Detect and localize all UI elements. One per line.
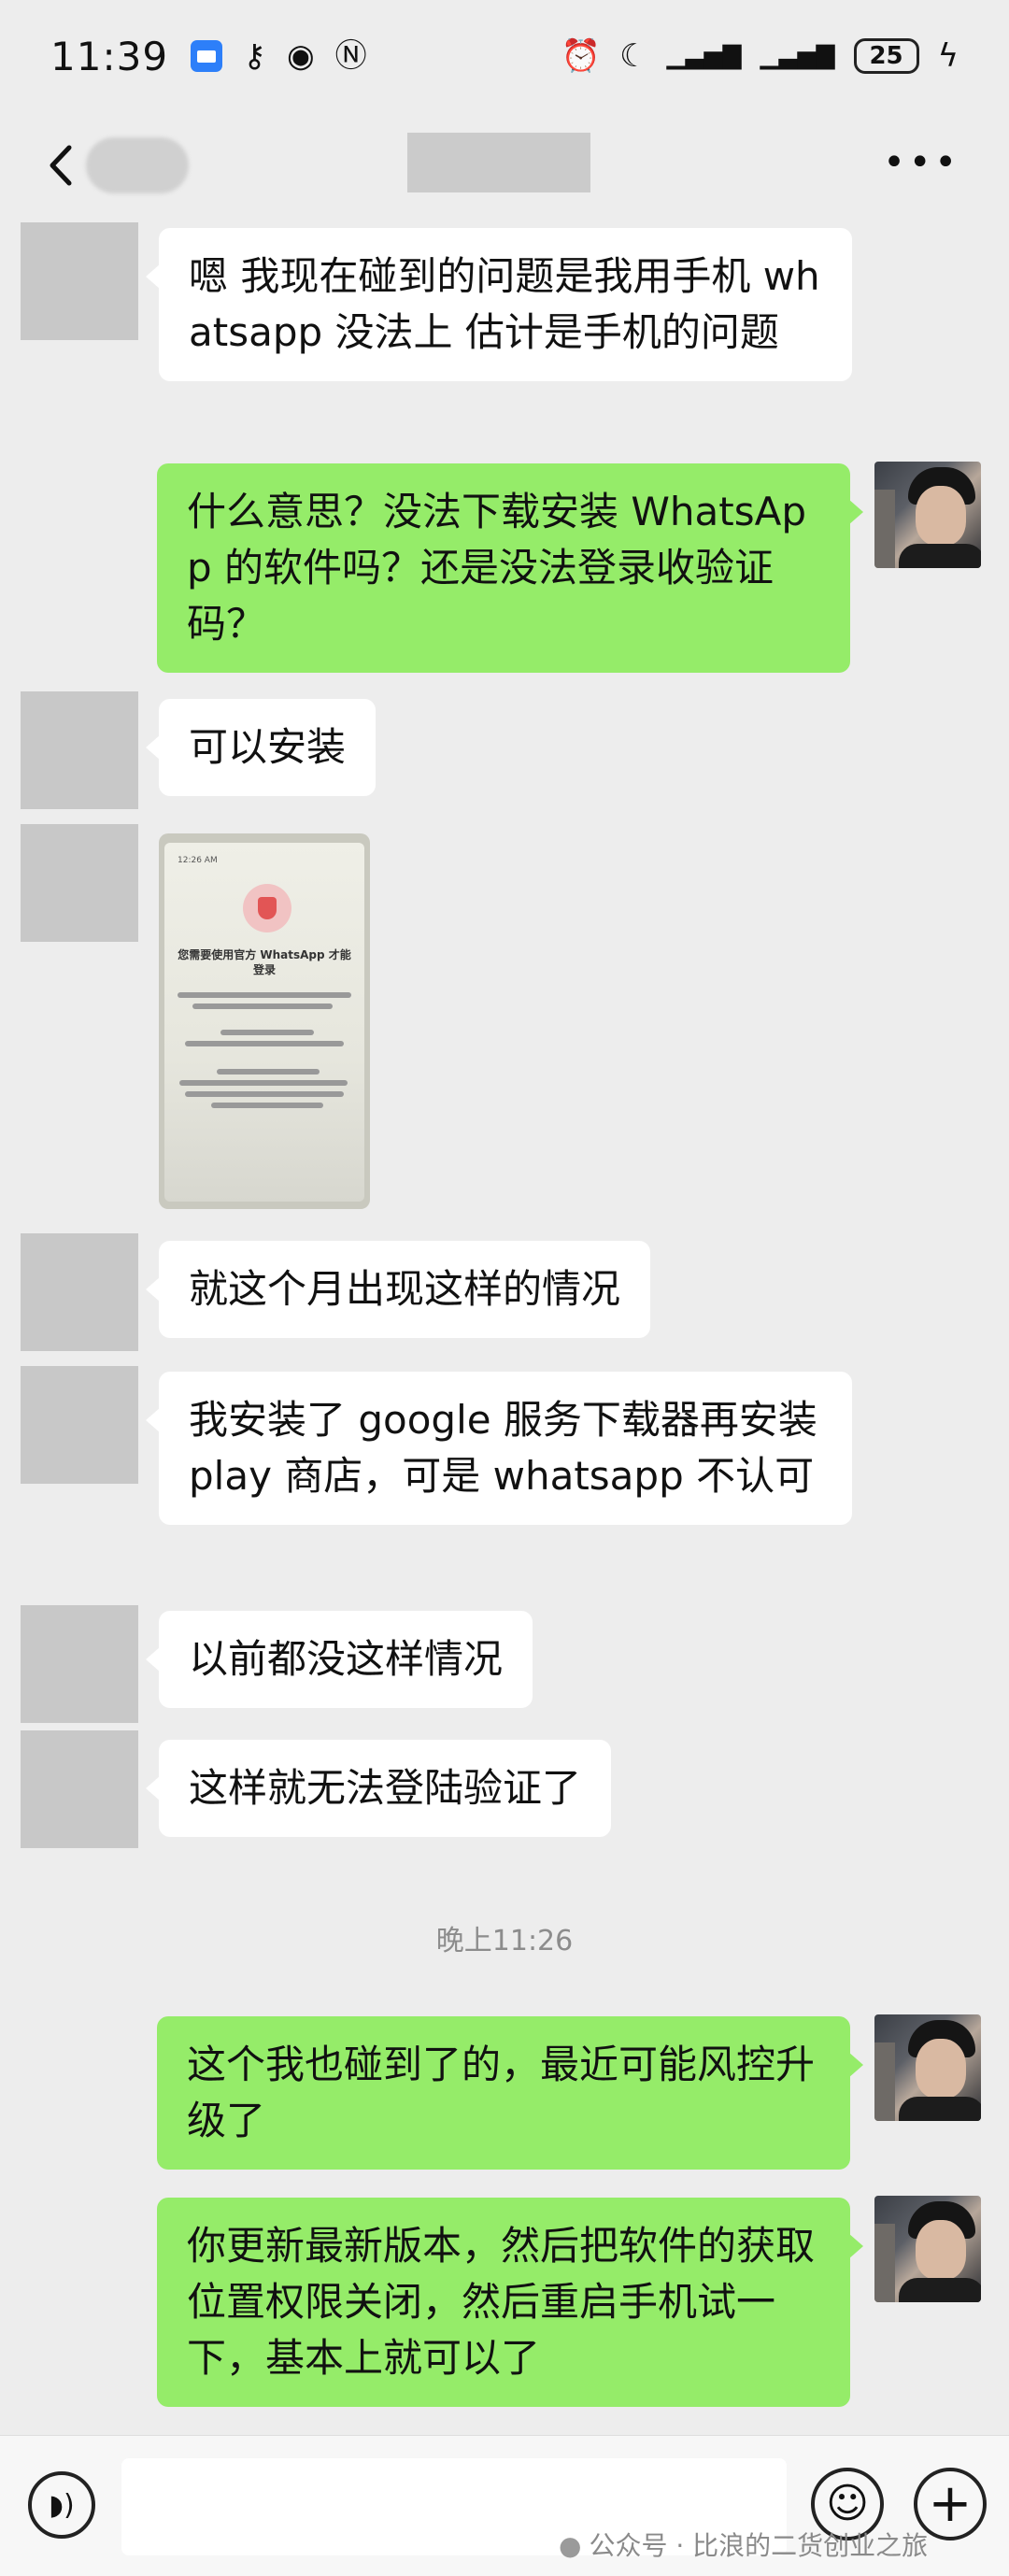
alarm-icon: ⏰ [561, 37, 602, 75]
watermark: ● 公众号 · 比浪的二货创业之旅 [559, 2526, 928, 2563]
battery-level: 25 [869, 42, 903, 70]
contact-avatar[interactable] [21, 1366, 138, 1484]
contact-avatar[interactable] [21, 691, 138, 809]
message-bubble-right[interactable]: 你更新最新版本，然后把软件的获取位置权限关闭，然后重启手机试一下，基本上就可以了 [157, 2198, 863, 2407]
contact-avatar[interactable] [21, 222, 138, 340]
contact-avatar[interactable] [21, 1233, 138, 1351]
message-bubble-left[interactable]: 嗯 我现在碰到的问题是我用手机 whatsapp 没法上 估计是手机的问题 [146, 228, 852, 381]
moon-icon: ☾ [619, 37, 648, 75]
status-time: 11:39 [50, 33, 169, 79]
eye-icon: ◉ [286, 37, 315, 75]
message-bubble-right[interactable]: 这个我也碰到了的，最近可能风控升级了 [157, 2016, 863, 2170]
chat-header: ••• [0, 112, 1009, 221]
message-bubble-left[interactable]: 可以安装 [145, 699, 377, 796]
image-caption: 您需要使用官方 WhatsApp 才能登录 [178, 948, 351, 976]
key-icon: ⚷ [243, 37, 266, 75]
chat-title-blurred [407, 133, 590, 192]
chevron-left-icon[interactable] [39, 142, 86, 189]
battery-icon: 25 [853, 38, 919, 74]
my-avatar[interactable] [874, 2196, 981, 2302]
nfc-icon: Ⓝ [334, 37, 367, 75]
message-bubble-left[interactable]: 这样就无法登陆验证了 [145, 1740, 612, 1837]
signal-icon-2: ▁▃▅▇ [760, 42, 835, 70]
signal-icon: ▁▃▅▇ [666, 42, 742, 70]
message-icon [191, 40, 223, 72]
contact-avatar[interactable] [21, 1605, 138, 1723]
input-bar: ◗) ☺ + ● 公众号 · 比浪的二货创业之旅 [0, 2435, 1009, 2576]
status-icons-left: ⚷ ◉ Ⓝ [191, 40, 367, 72]
image-status-time: 12:26 AM [178, 856, 218, 865]
my-avatar[interactable] [874, 2014, 981, 2121]
image-message[interactable]: 12:26 AM 您需要使用官方 WhatsApp 才能登录 [159, 833, 370, 1209]
message-bubble-left[interactable]: 我安装了 google 服务下载器再安装 play 商店，可是 whatsapp… [146, 1372, 852, 1525]
my-avatar[interactable] [874, 462, 981, 568]
more-dots-icon[interactable]: ••• [883, 144, 960, 181]
voice-icon[interactable]: ◗) [28, 2471, 95, 2539]
message-bubble-right[interactable]: 什么意思？没法下载安装 WhatsApp 的软件吗？还是没法登录收验证码？ [157, 463, 863, 673]
wechat-icon: ● [559, 2530, 582, 2561]
image-screenshot: 12:26 AM 您需要使用官方 WhatsApp 才能登录 [164, 843, 364, 1202]
charging-icon: ϟ [937, 37, 959, 75]
watermark-text: 公众号 · 比浪的二货创业之旅 [589, 2530, 929, 2561]
message-bubble-left[interactable]: 就这个月出现这样的情况 [145, 1241, 651, 1338]
status-icons-right: ⏰ ☾ ▁▃▅▇ ▁▃▅▇ 25 ϟ [561, 38, 959, 74]
unread-count-blurred [86, 137, 189, 193]
status-bar: 11:39 ⚷ ◉ Ⓝ ⏰ ☾ ▁▃▅▇ ▁▃▅▇ 25 ϟ [0, 0, 1009, 112]
message-bubble-left[interactable]: 以前都没这样情况 [145, 1611, 533, 1708]
shield-warning-icon [243, 884, 291, 932]
contact-avatar[interactable] [21, 824, 138, 942]
chat-timestamp: 晚上11:26 [435, 1925, 574, 1957]
contact-avatar[interactable] [21, 1730, 138, 1848]
